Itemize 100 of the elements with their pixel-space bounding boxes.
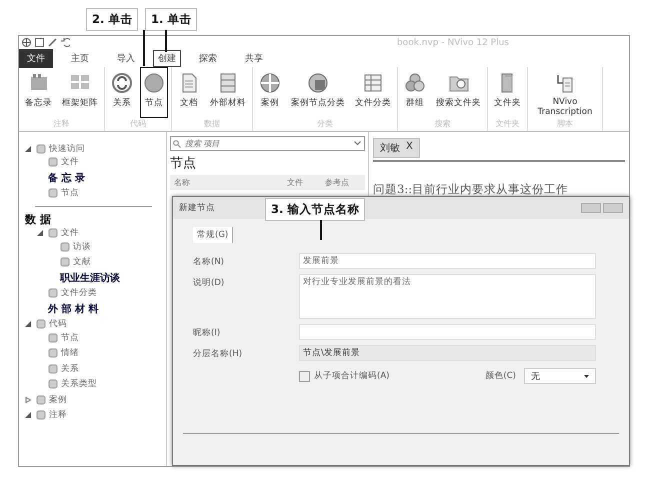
tree-item[interactable]: 文献 xyxy=(73,256,91,268)
ribbon-group-label: 数据 xyxy=(204,118,220,130)
tree-item[interactable]: 关系类型 xyxy=(61,378,97,390)
tree-node-icon xyxy=(60,242,70,252)
pie-icon xyxy=(259,72,281,94)
circles-icon xyxy=(404,72,426,94)
tree-node-icon xyxy=(48,288,58,298)
text-field[interactable] xyxy=(299,324,596,340)
dropdown-caret-icon xyxy=(584,374,589,378)
save-icon[interactable] xyxy=(35,38,44,47)
field-label: 名称(N) xyxy=(193,256,225,269)
tree-node-icon xyxy=(36,144,46,154)
collapse-arrow-icon[interactable] xyxy=(25,146,31,152)
checkbox-label: 从子项合计编码(A) xyxy=(314,370,390,382)
tree-item[interactable]: 职业生涯访谈 xyxy=(60,270,120,285)
tree-item[interactable]: 关系 xyxy=(61,362,79,375)
ribbon-tab[interactable]: 共享 xyxy=(235,50,273,66)
ribbon-button[interactable]: 案例 xyxy=(256,67,284,118)
callout-label: 3. 输入节点名称 xyxy=(265,198,366,221)
field-label: 颜色(C) xyxy=(485,370,516,382)
dropdown-caret-icon xyxy=(354,141,361,146)
ribbon-button[interactable]: 群组 xyxy=(401,67,429,118)
close-icon[interactable]: X xyxy=(406,141,413,155)
ribbon-group-label: 搜索 xyxy=(434,118,450,130)
dialog-tab[interactable]: 常规(G) xyxy=(193,227,234,243)
section-heading: 数 据 xyxy=(25,212,51,228)
collapse-arrow-icon[interactable] xyxy=(37,230,43,236)
dialog-title: 新建节点 xyxy=(179,202,215,214)
ribbon-button[interactable]: 关系 xyxy=(108,67,136,118)
tree-item[interactable]: 注释 xyxy=(49,409,67,422)
color-dropdown[interactable]: 无 xyxy=(524,368,596,384)
pane-title: 节点 xyxy=(170,155,197,172)
tree-item[interactable]: 访谈 xyxy=(73,240,91,253)
undo-icon[interactable] xyxy=(61,38,70,47)
collapse-arrow-icon[interactable] xyxy=(25,412,31,418)
ribbon-button[interactable]: 框架矩阵 xyxy=(59,67,101,118)
tree-item[interactable]: 文件 xyxy=(61,227,79,240)
column-header[interactable]: 文件 xyxy=(287,177,325,188)
ribbon-tab[interactable]: 文件 xyxy=(19,48,53,68)
ribbon-button[interactable]: 备忘录 xyxy=(22,67,55,118)
tree-item[interactable]: 情绪 xyxy=(61,347,79,360)
tree-item[interactable]: 快速访问 xyxy=(49,142,85,155)
tree-item[interactable]: 节点 xyxy=(61,332,79,344)
tree-node-icon xyxy=(36,410,46,420)
pen-icon[interactable] xyxy=(48,38,57,47)
checkbox[interactable] xyxy=(299,370,310,382)
tree-node-icon xyxy=(48,157,58,168)
ribbon-group-label: 文件夹 xyxy=(496,118,520,130)
tree-item[interactable]: 代码 xyxy=(49,318,67,330)
ribbon-button[interactable]: 文件夹 xyxy=(491,67,524,118)
tree-item[interactable]: 案例 xyxy=(49,394,67,406)
tree-item[interactable]: 文件 xyxy=(61,156,79,168)
tree-node-icon xyxy=(48,379,58,390)
tree-node-icon xyxy=(48,188,58,198)
tree-node-icon xyxy=(60,257,70,268)
expand-arrow-icon[interactable] xyxy=(25,396,31,403)
ribbon-button[interactable]: 搜索文件夹 xyxy=(433,67,484,118)
ribbon-group-label: 代码 xyxy=(130,118,146,130)
text-area[interactable]: 对行业专业发展前景的看法 xyxy=(299,274,596,319)
ribbon-tab[interactable]: 探索 xyxy=(189,50,227,66)
tree-node-icon xyxy=(48,348,58,358)
app-icon[interactable] xyxy=(22,38,31,47)
leader-line xyxy=(143,30,144,66)
search-field[interactable]: 搜索 项目 xyxy=(170,136,365,151)
ribbon-button[interactable]: 文件分类 xyxy=(352,67,394,118)
table-icon xyxy=(362,72,384,94)
ribbon-button[interactable]: 案例节点分类 xyxy=(288,67,348,118)
tree-item[interactable]: 外 部 材 料 xyxy=(48,302,98,316)
field-label: 昵称(I) xyxy=(193,327,222,340)
field-label: 说明(D) xyxy=(193,277,226,290)
ribbon-button[interactable]: 外部材料 xyxy=(207,67,249,118)
field-label: 分层名称(H) xyxy=(193,348,244,361)
ribbon-tab[interactable]: 导入 xyxy=(107,50,145,66)
callout-label: 1. 单击 xyxy=(145,8,198,31)
cycle-arrows-icon xyxy=(111,72,133,94)
ribbon-group-label: 注释 xyxy=(54,118,70,130)
callout-label: 2. 单击 xyxy=(86,8,138,31)
column-header[interactable]: 名称 xyxy=(174,177,287,188)
text-field[interactable]: 发展前景 xyxy=(299,253,596,269)
pie-table-icon xyxy=(307,72,329,94)
ribbon-tab[interactable]: 主页 xyxy=(61,50,99,66)
document-tab[interactable]: 刘敏 X xyxy=(373,138,420,158)
ribbon-group-label: 脚本 xyxy=(557,118,573,130)
tree-item[interactable]: 备 忘 录 xyxy=(48,170,85,185)
tree-node-icon xyxy=(48,364,58,374)
tree-node-icon xyxy=(36,394,46,405)
collapse-arrow-icon[interactable] xyxy=(25,321,31,328)
search-icon xyxy=(173,140,181,148)
ribbon-button[interactable]: 文档 xyxy=(175,67,203,118)
ribbon-button[interactable]: NVivo Transcription xyxy=(531,67,599,118)
column-header[interactable]: 参考点 xyxy=(325,177,361,188)
tree-item[interactable]: 节点 xyxy=(61,187,79,200)
ribbon-group-label: 分类 xyxy=(317,118,333,130)
tree-node-icon xyxy=(48,332,58,343)
tree-node-icon xyxy=(48,228,58,238)
readonly-field: 节点\发展前景 xyxy=(299,345,596,361)
ribbon-tab[interactable]: 创建 xyxy=(153,50,181,66)
circle-icon xyxy=(143,72,165,94)
tree-item[interactable]: 文件分类 xyxy=(61,287,97,300)
ribbon-button[interactable]: 节点 xyxy=(140,67,168,118)
